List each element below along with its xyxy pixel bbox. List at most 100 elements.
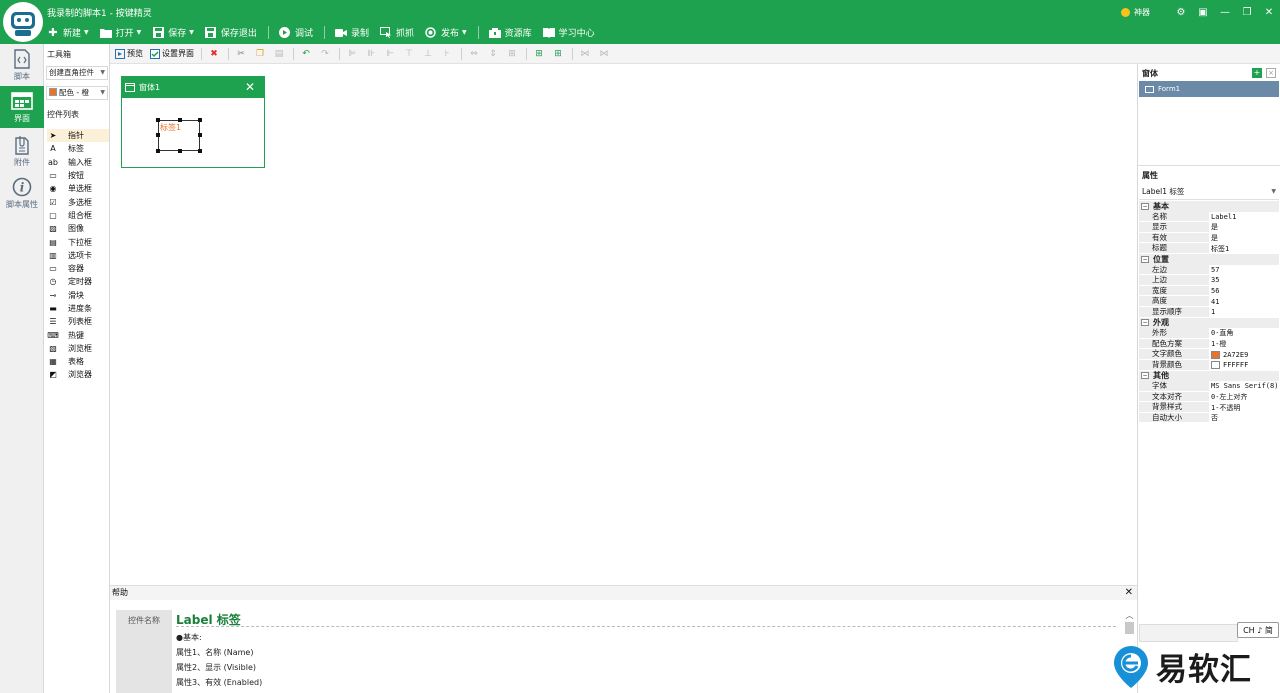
set-interface-button[interactable]: 设置界面	[150, 48, 194, 59]
control-item-textbox[interactable]: ab 输入框	[47, 156, 109, 169]
property-row[interactable]: 背景颜色 FFFFFF	[1139, 359, 1279, 371]
property-row[interactable]: 自动大小否	[1139, 412, 1279, 424]
paste-button[interactable]: ▤	[274, 49, 286, 59]
scroll-thumb[interactable]	[1125, 622, 1134, 634]
menu-open[interactable]: 打开 ▼	[99, 26, 141, 39]
control-item-pointer[interactable]: ➤ 指针	[47, 129, 109, 143]
redo-button[interactable]: ↷	[320, 49, 332, 59]
menu-new[interactable]: ✚ 新建 ▼	[47, 26, 88, 39]
resize-handle[interactable]	[156, 149, 160, 153]
property-row[interactable]: 文字颜色 2A72E9	[1139, 349, 1279, 360]
align-right-button[interactable]: ⊩	[385, 49, 397, 59]
control-item-slider[interactable]: ⊸ 滑块	[47, 289, 109, 302]
maximize-button[interactable]: ❐	[1236, 7, 1258, 18]
resize-handle[interactable]	[198, 149, 202, 153]
property-value-cell[interactable]: 1	[1209, 307, 1279, 318]
property-row[interactable]: 左边 57	[1139, 264, 1279, 276]
property-value-cell[interactable]: 1-不透明	[1209, 402, 1279, 413]
form-title-bar[interactable]: 窗体1 ✕	[122, 77, 264, 98]
menu-save-exit[interactable]: 保存退出	[205, 26, 257, 39]
same-height-button[interactable]: ⇕	[488, 49, 500, 59]
rail-item-script-properties[interactable]: i 脚本属性	[0, 172, 44, 214]
control-item-button[interactable]: ▭ 按钮	[47, 169, 109, 182]
property-value-cell[interactable]: 0-左上对齐	[1209, 392, 1279, 403]
property-row[interactable]: 配色方案 1-橙	[1139, 338, 1279, 350]
settings-icon[interactable]: ⚙	[1170, 7, 1192, 18]
snap-grid-button[interactable]: ⊞	[553, 49, 565, 59]
property-row[interactable]: 宽度 56	[1139, 285, 1279, 297]
color-swatch[interactable]	[1211, 350, 1220, 359]
property-row[interactable]: 背景样式 1-不透明	[1139, 402, 1279, 413]
property-value-cell[interactable]: 56	[1209, 286, 1279, 297]
property-group[interactable]: − 其他	[1139, 370, 1279, 382]
property-row[interactable]: 上边 35	[1139, 275, 1279, 286]
minimize-button[interactable]: —	[1214, 7, 1236, 18]
menu-resource[interactable]: 资源库	[488, 26, 532, 39]
property-row[interactable]: 有效是	[1139, 232, 1279, 244]
menu-publish[interactable]: 发布 ▼	[425, 26, 467, 39]
property-row[interactable]: 字体 MS Sans Serif(8)	[1139, 381, 1279, 392]
align-center-button[interactable]: ⊪	[366, 49, 378, 59]
rail-item-script[interactable]: 脚本	[0, 44, 44, 86]
close-button[interactable]: ✕	[1258, 7, 1280, 18]
delete-button[interactable]: ✖	[209, 49, 221, 59]
design-canvas[interactable]: 窗体1 ✕ 标签1	[110, 64, 1137, 585]
property-value-cell[interactable]: 41	[1209, 296, 1279, 307]
resize-handle[interactable]	[198, 118, 202, 122]
control-item-browsebox[interactable]: ▧ 浏览框	[47, 342, 109, 355]
cut-button[interactable]: ✂	[236, 49, 248, 59]
control-item-hotkey[interactable]: ⌨ 热键	[47, 328, 109, 341]
rail-item-attachment[interactable]: 附件	[0, 130, 44, 172]
chevron-up-icon[interactable]: ︿	[1125, 610, 1134, 621]
control-item-groupbox[interactable]: ▢ 组合框	[47, 209, 109, 222]
property-group[interactable]: − 外观	[1139, 317, 1279, 329]
resize-handle[interactable]	[156, 118, 160, 122]
close-icon[interactable]: ✕	[245, 80, 255, 94]
resize-handle[interactable]	[156, 133, 160, 137]
control-item-timer[interactable]: ◷ 定时器	[47, 275, 109, 288]
v-space-button[interactable]: ⋈	[599, 49, 611, 59]
add-window-icon[interactable]: +	[1252, 68, 1262, 78]
collapse-icon[interactable]: −	[1141, 202, 1149, 210]
property-value-cell[interactable]: FFFFFF	[1209, 360, 1279, 371]
menu-record[interactable]: 录制	[334, 26, 369, 39]
align-top-button[interactable]: ⊤	[404, 49, 416, 59]
control-item-progress[interactable]: ▬ 进度条	[47, 302, 109, 315]
menu-debug[interactable]: 调试	[279, 26, 313, 39]
control-item-browser[interactable]: ◩ 浏览器	[47, 368, 109, 381]
grid-button[interactable]: ⊞	[534, 49, 546, 59]
property-row[interactable]: 名称 Label1	[1139, 211, 1279, 223]
property-row[interactable]: 文本对齐 0-左上对齐	[1139, 391, 1279, 403]
property-value-cell[interactable]: 是	[1209, 222, 1279, 233]
control-item-radio[interactable]: ◉ 单选框	[47, 182, 109, 195]
property-row[interactable]: 外形 0-直角	[1139, 328, 1279, 339]
property-row[interactable]: 高度 41	[1139, 296, 1279, 307]
property-value-cell[interactable]: 57	[1209, 265, 1279, 276]
same-width-button[interactable]: ⇔	[469, 49, 481, 59]
h-space-button[interactable]: ⋈	[580, 49, 592, 59]
menu-save[interactable]: 保存 ▼	[152, 26, 194, 39]
align-bottom-button[interactable]: ⊦	[442, 49, 454, 59]
property-value-cell[interactable]: Label1	[1209, 212, 1279, 223]
resize-handle[interactable]	[178, 149, 182, 153]
collapse-icon[interactable]: −	[1141, 255, 1149, 263]
resize-handle[interactable]	[198, 133, 202, 137]
property-row[interactable]: 标题 标签1	[1139, 243, 1279, 254]
control-item-grid[interactable]: ▦ 表格	[47, 355, 109, 368]
property-group[interactable]: − 位置	[1139, 253, 1279, 265]
remove-window-icon[interactable]: ×	[1266, 68, 1276, 78]
control-item-container[interactable]: ▭ 容器	[47, 262, 109, 275]
control-item-image[interactable]: ▨ 图像	[47, 222, 109, 235]
property-value-cell[interactable]: 2A72E9	[1209, 349, 1279, 360]
same-size-button[interactable]: ⊞	[507, 49, 519, 59]
label-control[interactable]: 标签1	[156, 118, 202, 153]
property-value-cell[interactable]: MS Sans Serif(8)	[1209, 381, 1279, 392]
preview-button[interactable]: 预览	[115, 48, 143, 59]
tips-button[interactable]: 神器	[1121, 7, 1150, 18]
property-value-cell[interactable]: 否	[1209, 413, 1279, 424]
window-list-item[interactable]: Form1	[1139, 81, 1279, 97]
property-group[interactable]: − 基本	[1139, 201, 1279, 212]
object-select[interactable]: Label1 标签 ▼	[1139, 185, 1279, 200]
close-icon[interactable]: ✕	[1125, 587, 1133, 598]
collapse-icon[interactable]: −	[1141, 319, 1149, 327]
